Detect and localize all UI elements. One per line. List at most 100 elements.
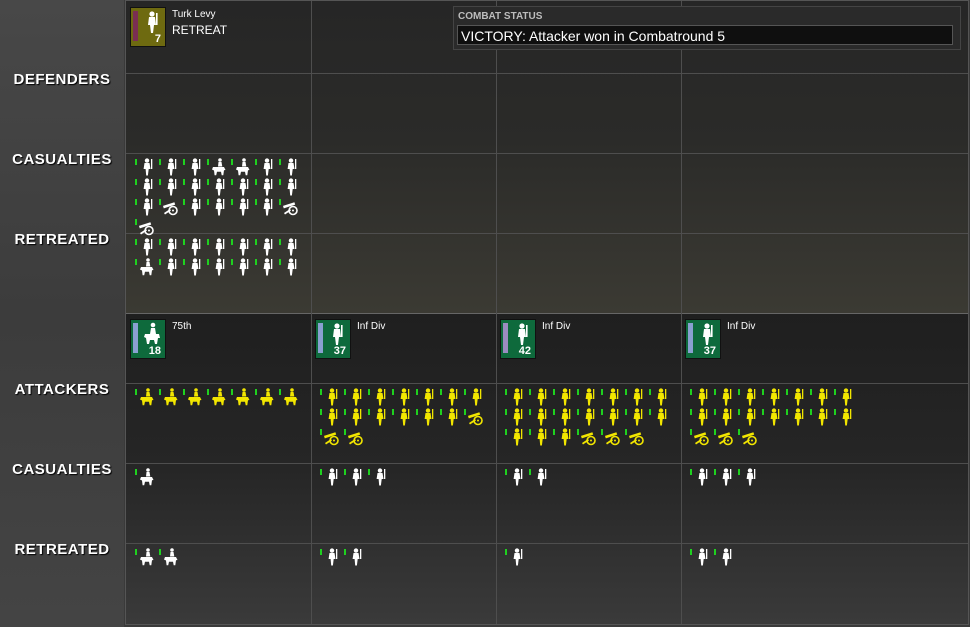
infantry-icon — [761, 387, 785, 407]
artillery-icon — [158, 197, 182, 217]
attacker-casualties-grid — [319, 467, 495, 487]
infantry-icon — [254, 197, 278, 217]
infantry-icon — [552, 407, 576, 427]
infantry-icon — [689, 387, 713, 407]
infantry-icon — [206, 257, 230, 277]
infantry-icon — [833, 407, 857, 427]
defender-retreated-grid — [134, 237, 310, 277]
infantry-icon — [230, 197, 254, 217]
artillery-icon — [689, 427, 713, 447]
infantry-icon — [391, 407, 415, 427]
cavalry-icon — [158, 387, 182, 407]
infantry-icon — [576, 387, 600, 407]
unit-strength: 18 — [148, 345, 161, 357]
infantry-icon — [230, 177, 254, 197]
infantry-icon — [600, 387, 624, 407]
infantry-icon — [528, 427, 552, 447]
unit-type-strip — [133, 323, 138, 353]
unit-counter[interactable]: 18 — [130, 319, 166, 359]
infantry-icon — [415, 387, 439, 407]
infantry-icon — [713, 407, 737, 427]
infantry-icon — [367, 467, 391, 487]
infantry-icon — [148, 11, 158, 33]
combat-status-panel: COMBAT STATUS VICTORY: Attacker won in C… — [453, 6, 961, 50]
infantry-icon — [713, 387, 737, 407]
infantry-icon — [833, 387, 857, 407]
infantry-icon — [713, 467, 737, 487]
infantry-icon — [343, 547, 367, 567]
infantry-icon — [230, 237, 254, 257]
artillery-icon — [576, 427, 600, 447]
infantry-icon — [518, 323, 528, 345]
infantry-icon — [504, 387, 528, 407]
artillery-icon — [319, 427, 343, 447]
combat-status-message: VICTORY: Attacker won in Combatround 5 — [457, 25, 953, 45]
infantry-icon — [254, 177, 278, 197]
infantry-icon — [439, 387, 463, 407]
infantry-icon — [278, 257, 302, 277]
artillery-icon — [737, 427, 761, 447]
infantry-icon — [333, 323, 343, 345]
infantry-icon — [504, 547, 528, 567]
cavalry-icon — [206, 387, 230, 407]
infantry-icon — [689, 547, 713, 567]
unit-strength: 42 — [518, 345, 531, 357]
infantry-icon — [158, 157, 182, 177]
combat-board: 7 Turk Levy RETREAT COMBAT STATUS VICTOR… — [125, 0, 969, 625]
attacker-unit-card[interactable]: 37 Inf Div — [681, 313, 861, 359]
infantry-icon — [415, 407, 439, 427]
infantry-icon — [504, 427, 528, 447]
combat-status-title: COMBAT STATUS — [458, 11, 543, 22]
attacker-retreated-grid — [134, 547, 310, 567]
defender-retreated-label: RETREATED — [14, 231, 110, 248]
attacker-unit-card[interactable]: 18 75th — [126, 313, 306, 359]
infantry-icon — [254, 237, 278, 257]
infantry-icon — [343, 407, 367, 427]
infantry-icon — [528, 387, 552, 407]
infantry-icon — [343, 467, 367, 487]
infantry-icon — [689, 467, 713, 487]
infantry-icon — [713, 547, 737, 567]
unit-name: 75th — [172, 321, 192, 332]
infantry-icon — [552, 427, 576, 447]
cavalry-icon — [278, 387, 302, 407]
infantry-icon — [182, 197, 206, 217]
cavalry-icon — [144, 322, 160, 344]
infantry-icon — [319, 467, 343, 487]
unit-strength: 37 — [703, 345, 716, 357]
grid-line — [126, 463, 968, 464]
attacker-troops-grid — [319, 387, 495, 447]
infantry-icon — [319, 547, 343, 567]
unit-counter[interactable]: 37 — [315, 319, 351, 359]
unit-type-strip — [503, 323, 508, 353]
defender-unit-card[interactable]: 7 Turk Levy RETREAT — [126, 1, 306, 47]
cavalry-icon — [230, 157, 254, 177]
cavalry-icon — [134, 467, 158, 487]
artillery-icon — [278, 197, 302, 217]
infantry-icon — [600, 407, 624, 427]
artillery-icon — [463, 407, 487, 427]
infantry-icon — [737, 467, 761, 487]
unit-counter[interactable]: 42 — [500, 319, 536, 359]
grid-line — [126, 73, 968, 74]
unit-strength: 37 — [333, 345, 346, 357]
infantry-icon — [134, 237, 158, 257]
unit-counter[interactable]: 7 — [130, 7, 166, 47]
infantry-icon — [624, 387, 648, 407]
attacker-troops-grid — [689, 387, 865, 447]
unit-counter[interactable]: 37 — [685, 319, 721, 359]
attacker-unit-card[interactable]: 37 Inf Div — [311, 313, 491, 359]
infantry-icon — [206, 237, 230, 257]
infantry-icon — [134, 157, 158, 177]
cavalry-icon — [182, 387, 206, 407]
attacker-retreated-label: RETREATED — [14, 541, 110, 558]
infantry-icon — [158, 177, 182, 197]
infantry-icon — [134, 177, 158, 197]
unit-type-strip — [133, 11, 138, 41]
infantry-icon — [809, 387, 833, 407]
attacker-unit-card[interactable]: 42 Inf Div — [496, 313, 676, 359]
cavalry-icon — [134, 387, 158, 407]
grid-line — [126, 153, 968, 154]
infantry-icon — [343, 387, 367, 407]
infantry-icon — [737, 407, 761, 427]
